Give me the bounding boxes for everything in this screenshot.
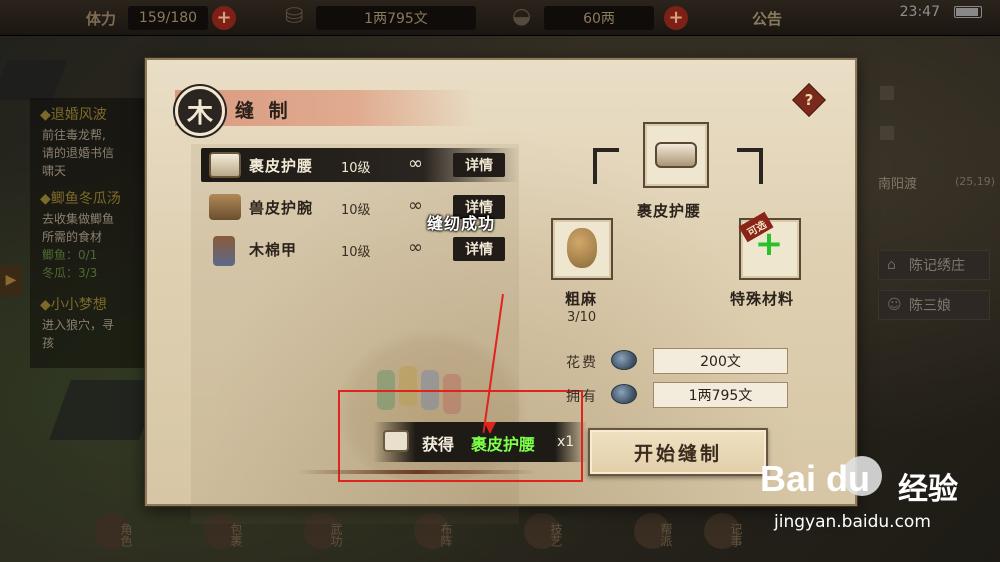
- watermark-logo: Bai du: [760, 458, 871, 499]
- location-name: 南阳渡: [878, 177, 918, 192]
- silver-coin-icon: [611, 384, 637, 404]
- silver-coin-icon: [611, 350, 637, 370]
- path-line: [593, 148, 619, 152]
- recipe-count: ∞: [408, 237, 423, 258]
- coin-icon: ⛁: [285, 4, 304, 29]
- quest-line: 请的退婚书信: [42, 146, 115, 160]
- npc-name: 陈三娘: [909, 298, 951, 314]
- dialog-title: 缝 制: [235, 100, 292, 122]
- menu-label: 布阵: [439, 523, 453, 547]
- watermark-cn: 经验: [898, 472, 958, 507]
- material-slot[interactable]: [551, 218, 613, 280]
- baidu-watermark: Bai du 经验 jingyan.baidu.com: [760, 450, 990, 550]
- watermark-url: jingyan.baidu.com: [774, 512, 931, 532]
- detail-button[interactable]: 详情: [453, 153, 505, 177]
- question-icon: ?: [804, 91, 814, 109]
- cotton-armor-icon: [213, 236, 235, 266]
- expand-arrow-icon[interactable]: ▶: [0, 265, 22, 295]
- scroll-divider: [297, 470, 537, 474]
- help-button[interactable]: ?: [792, 83, 826, 117]
- path-line: [593, 148, 597, 184]
- quest-line: 所需的食材: [42, 230, 103, 244]
- location-coord: (25,19): [955, 175, 996, 188]
- quest-title[interactable]: ◆小小梦想: [40, 294, 107, 314]
- npc-button[interactable]: ☺ 陈三娘: [878, 290, 990, 320]
- menu-label: 武功: [329, 523, 343, 547]
- house-icon: ⌂: [887, 257, 896, 273]
- start-sewing-button[interactable]: 开始缝制: [588, 428, 768, 476]
- hemp-icon: [567, 228, 597, 268]
- quest-line: 啸天: [42, 164, 67, 178]
- menu-label: 帮派: [659, 523, 673, 547]
- recipe-level: 10级: [341, 161, 371, 176]
- quest-line: 孩: [42, 336, 55, 350]
- quest-title[interactable]: ◆退婚风波: [40, 104, 107, 124]
- success-toast: 缝纫成功: [427, 214, 496, 233]
- recipe-name: 裹皮护腰: [249, 157, 314, 175]
- material-count: 3/10: [567, 310, 597, 325]
- material-name: 粗麻: [565, 290, 598, 308]
- path-line: [737, 148, 763, 152]
- cost-value: 200文: [653, 348, 788, 374]
- wrist-guard-icon: [209, 194, 241, 220]
- path-line: [759, 148, 763, 184]
- recipe-name: 兽皮护腕: [249, 199, 314, 217]
- menu-craft[interactable]: 技艺: [520, 513, 570, 557]
- quest-line: 前往毒龙帮,: [42, 128, 106, 142]
- cost-label: 花费: [566, 355, 598, 371]
- person-icon: ☺: [887, 297, 902, 313]
- blurred-pixel: [880, 86, 894, 100]
- npc-name: 陈记绣庄: [909, 258, 965, 274]
- menu-guild[interactable]: 帮派: [630, 513, 680, 557]
- waist-guard-icon: [209, 152, 241, 178]
- quest-line: 进入狼穴，寻: [42, 318, 115, 332]
- sewing-emblem-icon: ⽊: [175, 86, 225, 136]
- menu-character[interactable]: 角色: [90, 513, 140, 557]
- recipe-count: ∞: [408, 153, 423, 174]
- target-item-slot[interactable]: [643, 122, 709, 188]
- menu-label: 角色: [119, 523, 133, 547]
- quest-line: 去收集做鲫鱼: [42, 212, 115, 226]
- gold-ingot-icon: ◒: [512, 4, 532, 29]
- quest-panel[interactable]: ◆退婚风波 前往毒龙帮, 请的退婚书信 啸天 ◆鲫鱼冬瓜汤 去收集做鲫鱼 所需的…: [30, 98, 150, 368]
- menu-label: 记事: [729, 523, 743, 547]
- recipe-count: ∞: [408, 195, 423, 216]
- owned-value: 1两795文: [653, 382, 788, 408]
- menu-label: 技艺: [549, 523, 563, 547]
- material-name: 特殊材料: [730, 290, 795, 308]
- menu-label: 包裹: [229, 523, 243, 547]
- recipe-name: 木棉甲: [249, 241, 298, 259]
- clock: 23:47: [899, 4, 940, 20]
- annotation-box: [338, 390, 583, 482]
- add-stamina-button[interactable]: +: [212, 6, 236, 30]
- waist-guard-icon: [655, 142, 697, 168]
- money-value: 1两795文: [316, 6, 476, 30]
- blurred-pixel: [880, 126, 894, 140]
- recipe-row[interactable]: 裹皮护腰 10级 ∞ 详情: [201, 148, 519, 182]
- top-status-bar: 体力 159/180 + ⛁ 1两795文 ◒ 60两 + 公告 23:47: [0, 0, 1000, 36]
- annotation-arrow-head: [484, 422, 496, 434]
- recipe-level: 10级: [341, 245, 371, 260]
- sewing-dialog: ⽊ 缝 制 ? 裹皮护腰 10级 ∞ 详情 兽皮护腕 10级 ∞ 详情 木棉甲 …: [145, 58, 857, 524]
- quest-progress: 鲫鱼：0/1: [42, 248, 98, 262]
- detail-button[interactable]: 详情: [453, 237, 505, 261]
- target-item-name: 裹皮护腰: [637, 202, 702, 220]
- owned-label: 拥有: [566, 389, 598, 405]
- recipe-level: 10级: [341, 203, 371, 218]
- add-plus-icon[interactable]: +: [753, 224, 785, 264]
- location-panel: 南阳渡 (25,19) ⌂ 陈记绣庄 ☺ 陈三娘: [870, 60, 1000, 360]
- stamina-value: 159/180: [128, 6, 208, 30]
- gold-value: 60两: [544, 6, 654, 30]
- battery-icon: [954, 6, 982, 18]
- menu-journal[interactable]: 记事: [700, 513, 750, 557]
- quest-title[interactable]: ◆鲫鱼冬瓜汤: [40, 188, 121, 208]
- add-gold-button[interactable]: +: [664, 6, 688, 30]
- npc-button[interactable]: ⌂ 陈记绣庄: [878, 250, 990, 280]
- stamina-label: 体力: [86, 10, 117, 28]
- recipe-row[interactable]: 木棉甲 10级 ∞ 详情: [201, 232, 519, 266]
- quest-progress: 冬瓜：3/3: [42, 266, 98, 280]
- notice-button[interactable]: 公告: [752, 8, 782, 29]
